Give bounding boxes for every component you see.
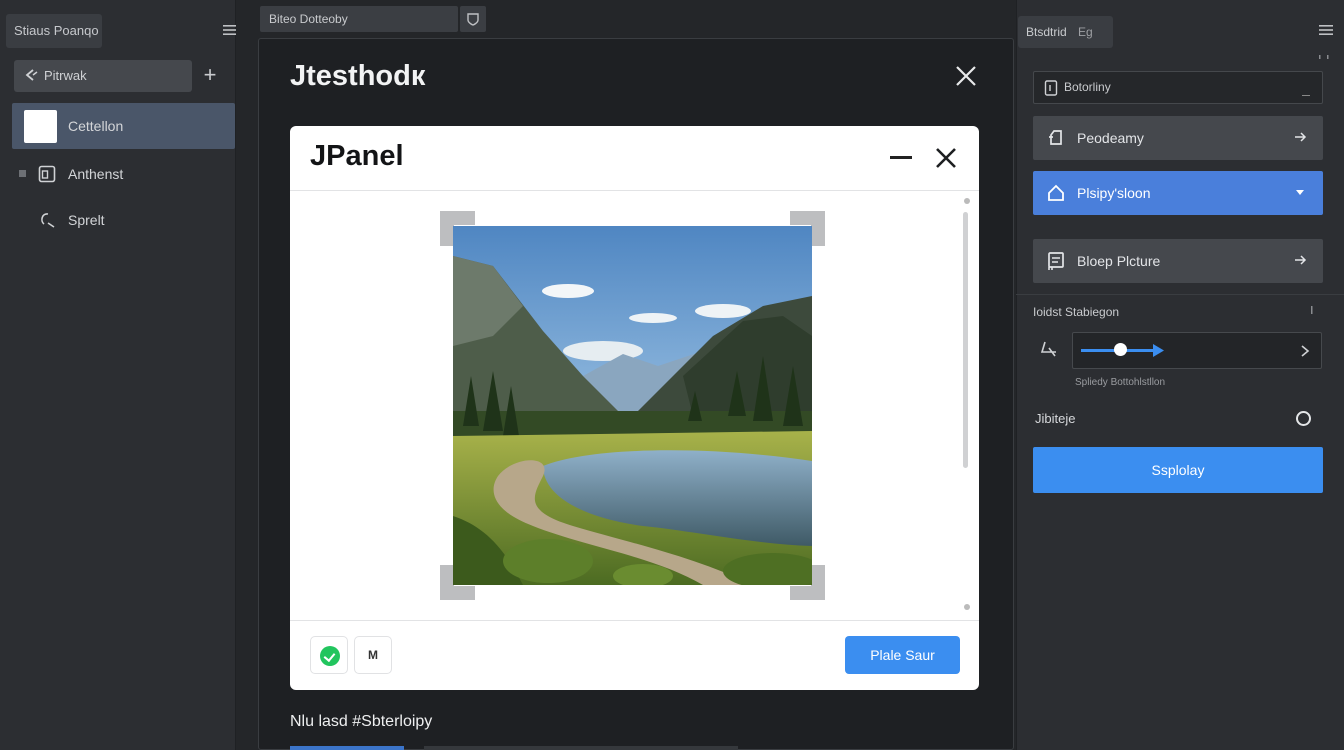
adjust-icon [1040, 341, 1056, 357]
sidebar-item-1[interactable]: Cettellon [12, 103, 235, 149]
plsipy-sloon-button[interactable]: Plsipy'sloon [1033, 171, 1323, 215]
jpanel: JPanel M Plale Saur [290, 126, 979, 690]
button-label: Bloep Plcture [1077, 253, 1161, 269]
file-icon [1044, 80, 1058, 96]
right-panel-tab-label: Btsdtrid [1026, 25, 1067, 39]
toggle-label: Jibiteje [1035, 411, 1076, 426]
sidebar-item-3[interactable]: Sprelt [12, 197, 235, 243]
search-icon [41, 213, 55, 228]
bullet-icon [19, 170, 26, 177]
footer-primary-button[interactable] [290, 746, 404, 750]
field-underline [1302, 95, 1310, 96]
scroll-up-icon[interactable] [964, 198, 970, 204]
bloep-plcture-button[interactable]: Bloep Plcture [1033, 239, 1323, 283]
check-circle-icon [320, 646, 340, 666]
slider-arrow-icon [1153, 344, 1164, 357]
sidebar-item-label: Sprelt [68, 212, 105, 228]
sidebar-item-2[interactable]: Anthenst [12, 151, 235, 197]
peodeamy-button[interactable]: Peodeamy [1033, 116, 1323, 160]
property-field[interactable]: Botorliny [1033, 71, 1323, 104]
section-divider [1016, 294, 1344, 295]
footer-secondary-button[interactable] [424, 746, 738, 750]
chevron-right-icon[interactable] [1299, 344, 1311, 358]
home-icon [1048, 184, 1064, 201]
radio-button[interactable] [1296, 411, 1311, 426]
display-button[interactable]: Ssplolay [1033, 447, 1323, 493]
dialog-footer-label: Nlu lasd #Sbterloipy [290, 713, 433, 730]
shield-icon[interactable] [460, 6, 486, 32]
window-icon [38, 165, 56, 183]
scrollbar-thumb[interactable] [963, 212, 968, 468]
more-icon[interactable] [1318, 54, 1330, 60]
brush-icon [1049, 130, 1062, 145]
m-button[interactable]: M [354, 636, 392, 674]
close-icon[interactable] [934, 146, 958, 170]
document-icon [1048, 252, 1064, 270]
divider [290, 620, 979, 621]
left-search-label: Pitrwak [44, 68, 87, 83]
slider-caption: Spliedy Bottohlstllon [1075, 377, 1166, 388]
back-arrow-icon [25, 69, 38, 81]
save-button[interactable]: Plale Saur [845, 636, 960, 674]
right-panel-tab-suffix: Eg [1078, 25, 1093, 39]
button-label: Plsipy'sloon [1077, 185, 1151, 201]
left-search-field[interactable]: Pitrwak [14, 60, 192, 92]
dialog-title: Jtesthodк [290, 60, 426, 92]
right-panel-tab[interactable]: Btsdtrid Eg [1018, 16, 1113, 48]
more-icon[interactable] [1310, 305, 1314, 315]
section-label: Ioidst Stabiegon [1033, 305, 1120, 319]
panel-title: JPanel [310, 140, 404, 172]
confirm-button[interactable] [310, 636, 348, 674]
thumbnail-icon [24, 110, 57, 143]
arrow-right-icon [1295, 132, 1307, 142]
add-button[interactable]: + [200, 64, 220, 86]
slider-field[interactable] [1072, 332, 1322, 369]
arrow-right-icon [1295, 255, 1307, 265]
divider [290, 190, 979, 191]
sidebar-item-label: Cettellon [68, 118, 124, 134]
right-panel [1016, 0, 1344, 750]
document-tab[interactable]: Biteo Dotteoby [260, 6, 458, 32]
scroll-down-icon[interactable] [964, 604, 970, 610]
left-sidebar-tab[interactable]: Stiaus Poanqo [6, 14, 102, 48]
minimize-icon[interactable] [890, 156, 912, 159]
button-label: Peodeamy [1077, 130, 1144, 146]
slider-handle[interactable] [1114, 343, 1127, 356]
chevron-down-icon [1296, 190, 1304, 195]
close-icon[interactable] [952, 62, 980, 90]
property-field-label: Botorliny [1064, 80, 1111, 94]
sidebar-item-label: Anthenst [68, 166, 124, 182]
landscape-photo [453, 226, 812, 585]
menu-icon[interactable] [1318, 22, 1334, 38]
